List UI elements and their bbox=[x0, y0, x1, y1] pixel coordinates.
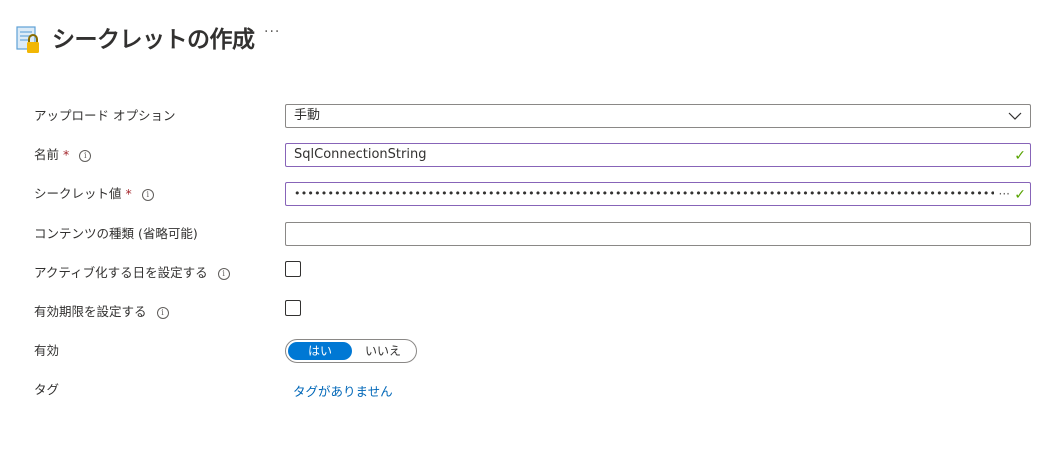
enabled-label: 有効 bbox=[34, 343, 60, 358]
expiration-date-row: 有効期限を設定する i bbox=[34, 297, 1034, 327]
info-icon[interactable]: i bbox=[156, 307, 169, 319]
more-options-button[interactable]: ··· bbox=[264, 24, 280, 40]
secret-value-label-text: シークレット値 bbox=[34, 186, 122, 201]
content-type-row: コンテンツの種類 (省略可能) bbox=[34, 219, 1034, 249]
upload-option-row: アップロード オプション 手動 bbox=[34, 101, 1034, 131]
valid-check-icon: ✓ bbox=[1014, 187, 1026, 203]
name-input-value: SqlConnectionString bbox=[294, 147, 427, 162]
upload-option-value: 手動 bbox=[294, 108, 321, 123]
activation-date-checkbox[interactable] bbox=[285, 261, 301, 277]
info-icon[interactable]: i bbox=[217, 268, 230, 280]
key-vault-secret-icon bbox=[16, 26, 39, 53]
activation-date-label-text: アクティブ化する日を設定する bbox=[34, 265, 208, 280]
chevron-down-icon bbox=[1008, 112, 1022, 120]
content-type-input[interactable] bbox=[285, 222, 1031, 246]
secret-value-row: シークレット値 * i ••••••••••••••••••••••••••••••… bbox=[34, 179, 1034, 209]
name-label-text: 名前 bbox=[34, 147, 60, 162]
valid-check-icon: ✓ bbox=[1014, 148, 1026, 164]
secret-value-label: シークレット値 * i bbox=[34, 179, 154, 209]
enabled-toggle: はい いいえ bbox=[285, 339, 417, 363]
page-title: シークレットの作成 bbox=[52, 27, 255, 53]
upload-option-label: アップロード オプション bbox=[34, 108, 176, 123]
tags-row: タグ タグがありません bbox=[34, 375, 1034, 405]
enabled-row: 有効 はい いいえ bbox=[34, 336, 1034, 366]
required-marker: * bbox=[125, 186, 132, 201]
name-row: 名前 * i SqlConnectionString ✓ bbox=[34, 140, 1034, 170]
content-type-label: コンテンツの種類 (省略可能) bbox=[34, 226, 198, 241]
upload-option-dropdown[interactable]: 手動 bbox=[285, 104, 1031, 128]
tags-label: タグ bbox=[34, 382, 60, 397]
expiration-date-label: 有効期限を設定する i bbox=[34, 297, 169, 327]
expiration-date-checkbox[interactable] bbox=[285, 300, 301, 316]
required-marker: * bbox=[63, 147, 70, 162]
info-icon[interactable]: i bbox=[79, 150, 92, 162]
secret-value-input[interactable]: ••••••••••••••••••••••••••••••••••••••••… bbox=[285, 182, 1031, 206]
no-tags-link[interactable]: タグがありません bbox=[293, 384, 393, 399]
expiration-date-label-text: 有効期限を設定する bbox=[34, 304, 147, 319]
enabled-no-option[interactable]: いいえ bbox=[352, 342, 414, 360]
secret-value-masked: ••••••••••••••••••••••••••••••••••••••••… bbox=[294, 187, 994, 200]
name-label: 名前 * i bbox=[34, 140, 92, 170]
name-input[interactable]: SqlConnectionString ✓ bbox=[285, 143, 1031, 167]
activation-date-row: アクティブ化する日を設定する i bbox=[34, 258, 1034, 288]
info-icon[interactable]: i bbox=[141, 189, 154, 201]
enabled-yes-option[interactable]: はい bbox=[288, 342, 352, 360]
secret-value-ellipsis: ··· bbox=[998, 187, 1010, 201]
activation-date-label: アクティブ化する日を設定する i bbox=[34, 258, 230, 288]
